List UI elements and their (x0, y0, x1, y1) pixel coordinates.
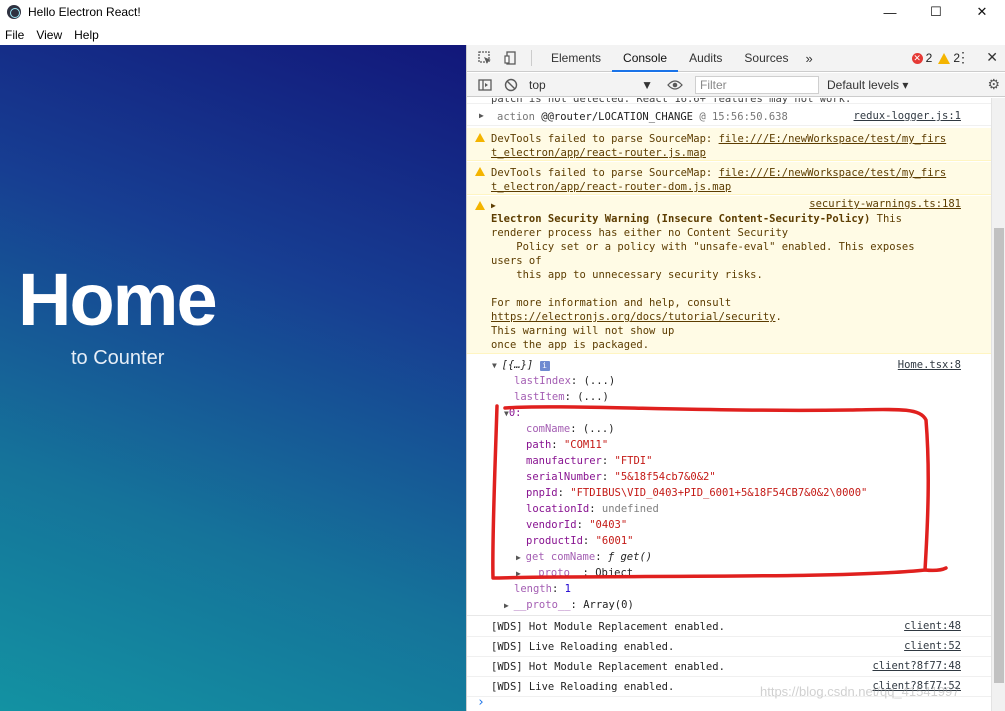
home-heading: Home (18, 258, 218, 341)
action-label: action (497, 111, 535, 123)
devtools-panel: Elements Console Audits Sources » ✕ 2 2 … (466, 45, 1005, 711)
security-warning: ▶ security-warnings.ts:181 Electron Secu… (467, 196, 992, 354)
sourcemap-link[interactable]: file:///E:/newWorkspace/test/my_firs (719, 133, 947, 145)
object-property[interactable]: vendorId: "0403" (526, 518, 627, 532)
console-sidebar-icon[interactable] (477, 77, 493, 93)
object-property[interactable]: locationId: undefined (526, 502, 659, 516)
console-scrollbar[interactable] (991, 98, 1005, 711)
context-value: top (529, 77, 546, 92)
security-title: Electron Security Warning (Insecure Cont… (491, 213, 871, 225)
error-icon: ✕ (911, 52, 923, 64)
object-property[interactable]: productId: "6001" (526, 534, 634, 548)
title-bar: Hello Electron React! — ☐ ✕ (0, 0, 1005, 24)
security-docs-link[interactable]: https://electronjs.org/docs/tutorial/sec… (491, 311, 775, 323)
gear-icon[interactable]: ⚙ (987, 76, 1000, 93)
console-message: [WDS] Live Reloading enabled. client:52 (467, 637, 992, 657)
source-link[interactable]: Home.tsx:8 (898, 359, 961, 371)
object-property[interactable]: pnpId: "FTDIBUS\VID_0403+PID_6001+5&18F5… (526, 486, 867, 500)
source-link[interactable]: client:48 (904, 620, 961, 632)
close-button[interactable]: ✕ (959, 0, 1005, 24)
tab-console[interactable]: Console (612, 45, 679, 72)
console-message: [WDS] Hot Module Replacement enabled. cl… (467, 657, 992, 677)
clear-console-icon[interactable] (503, 77, 519, 93)
filter-input[interactable] (695, 75, 819, 94)
devtools-tab-bar: Elements Console Audits Sources » ✕ 2 2 … (467, 45, 1005, 72)
console-object-log: Home.tsx:8 ▼ [{…}] i lastIndex: (...) la… (467, 356, 992, 616)
console-warning: DevTools failed to parse SourceMap: file… (467, 128, 992, 161)
tab-audits[interactable]: Audits (678, 45, 733, 72)
object-property[interactable]: length: 1 (514, 582, 571, 596)
console-prompt[interactable]: › (477, 695, 485, 710)
action-time: @ 15:56:50.638 (699, 111, 788, 123)
electron-app-icon (7, 5, 21, 19)
console-output: patch is not detected. React 16.6+ featu… (467, 98, 992, 711)
sourcemap-link[interactable]: file:///E:/newWorkspace/test/my_firs (719, 167, 947, 179)
tab-sources[interactable]: Sources (733, 45, 799, 72)
console-message: patch is not detected. React 16.6+ featu… (467, 98, 992, 105)
console-message-action[interactable]: ▶ action @@router/LOCATION_CHANGE @ 15:5… (467, 106, 992, 126)
console-toolbar: top ▼ Default levels ▾ ⚙ (467, 73, 1005, 97)
object-property[interactable]: lastItem: (...) (514, 390, 609, 404)
console-message: [WDS] Hot Module Replacement enabled. cl… (467, 617, 992, 637)
minimize-button[interactable]: — (867, 0, 913, 24)
error-count: 2 (925, 51, 933, 65)
object-property[interactable]: comName: (...) (526, 422, 615, 436)
source-link[interactable]: client?8f77:48 (872, 660, 961, 672)
source-link[interactable]: client:52 (904, 640, 961, 652)
log-levels-dropdown[interactable]: Default levels ▾ (827, 78, 908, 92)
object-property[interactable]: lastIndex: (...) (514, 374, 615, 388)
window-title: Hello Electron React! (28, 5, 141, 19)
live-expression-eye-icon[interactable] (667, 77, 683, 93)
object-property[interactable]: path: "COM11" (526, 438, 608, 452)
device-toolbar-icon[interactable] (503, 50, 519, 66)
object-summary[interactable]: ▼ [{…}] i (492, 358, 550, 373)
kebab-menu-icon[interactable]: ⋮ (956, 49, 970, 66)
sourcemap-link-cont[interactable]: t_electron/app/react-router.js.map (491, 146, 706, 160)
context-selector[interactable]: top ▼ (525, 76, 657, 94)
menu-file[interactable]: File (0, 26, 31, 44)
issue-counts[interactable]: ✕ 2 2 (911, 51, 960, 65)
warning-icon (475, 167, 485, 176)
tab-elements[interactable]: Elements (540, 45, 612, 72)
menu-help[interactable]: Help (69, 26, 106, 44)
expand-caret-icon[interactable]: ▶ (491, 199, 496, 213)
scrollbar-thumb[interactable] (994, 228, 1004, 683)
close-devtools-icon[interactable]: ✕ (986, 49, 998, 66)
inspect-element-icon[interactable] (477, 50, 493, 66)
app-content: Home to Counter (0, 45, 466, 711)
expand-caret-icon[interactable]: ▶ (479, 111, 484, 120)
maximize-button[interactable]: ☐ (913, 0, 959, 24)
source-link[interactable]: security-warnings.ts:181 (809, 198, 961, 210)
object-property[interactable]: manufacturer: "FTDI" (526, 454, 652, 468)
warning-icon (475, 201, 485, 210)
proto-property[interactable]: ▶ __proto__: Object (516, 566, 633, 581)
window-controls: — ☐ ✕ (867, 0, 1005, 24)
menu-view[interactable]: View (31, 26, 69, 44)
warning-icon (938, 52, 951, 64)
object-property[interactable]: serialNumber: "5&18f54cb7&0&2" (526, 470, 716, 484)
action-type: @@router/LOCATION_CHANGE (541, 111, 693, 123)
array-index[interactable]: ▼0: (504, 406, 521, 421)
to-counter-link[interactable]: to Counter (71, 347, 164, 370)
tab-separator (531, 50, 532, 66)
more-tabs-icon[interactable]: » (799, 51, 818, 66)
info-icon: i (539, 361, 550, 371)
proto-property[interactable]: ▶ __proto__: Array(0) (504, 598, 634, 613)
chevron-down-icon: ▼ (641, 77, 653, 92)
console-warning: DevTools failed to parse SourceMap: file… (467, 162, 992, 195)
source-link[interactable]: redux-logger.js:1 (854, 110, 961, 122)
sourcemap-link-cont[interactable]: t_electron/app/react-router-dom.js.map (491, 180, 731, 194)
watermark: https://blog.csdn.net/qq_41541997 (760, 684, 960, 699)
warning-icon (475, 133, 485, 142)
menu-bar: File View Help (0, 26, 106, 44)
getter-property[interactable]: ▶ get comName: ƒ get() (516, 550, 652, 565)
